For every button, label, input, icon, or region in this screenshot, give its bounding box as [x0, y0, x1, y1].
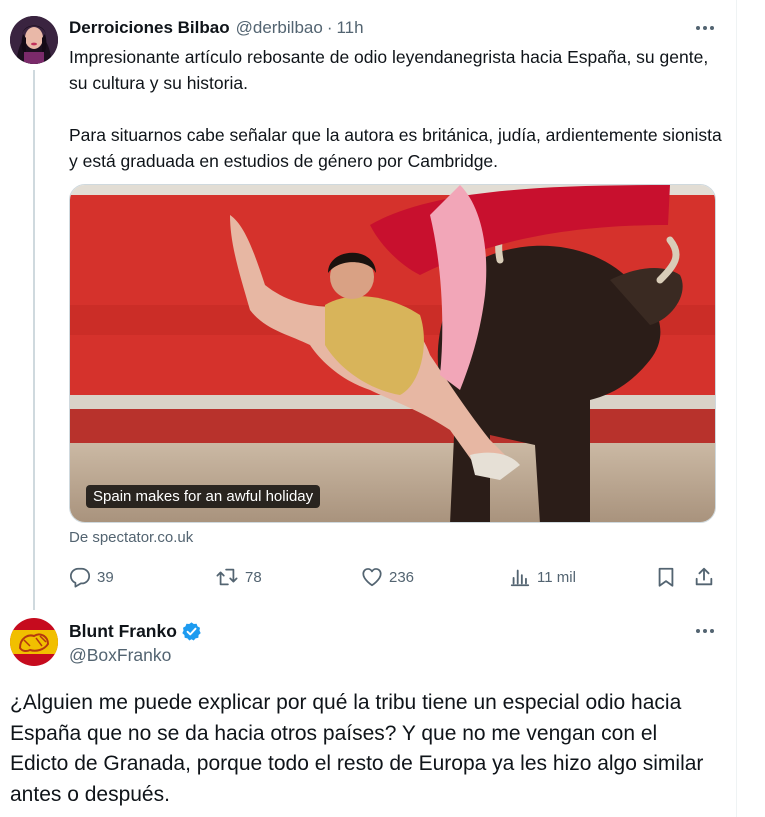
more-options-button[interactable] [690, 18, 720, 38]
author-name[interactable]: Blunt Franko [69, 621, 177, 642]
more-options-button[interactable] [690, 621, 720, 641]
timeline-border [736, 0, 737, 817]
reply-icon [69, 567, 91, 588]
tweet-text: Impresionante artículo rebosante de odio… [69, 44, 729, 174]
author-handle[interactable]: @derbilbao [236, 18, 323, 38]
avatar[interactable] [10, 16, 58, 64]
verified-badge-icon[interactable] [181, 621, 202, 642]
bookmark-button[interactable] [655, 564, 677, 590]
more-icon [696, 629, 714, 633]
tweet-header: Derroiciones Bilbao @derbilbao · 11h [69, 16, 364, 40]
reply-count: 39 [97, 568, 114, 586]
link-card-image[interactable]: Spain makes for an awful holiday [69, 184, 716, 523]
view-count: 11 mil [537, 568, 576, 586]
link-card-title: Spain makes for an awful holiday [86, 485, 321, 508]
tweet-header: Blunt Franko [69, 620, 202, 642]
tweet-paragraph: Para situarnos cabe señalar que la autor… [69, 125, 722, 171]
views-button[interactable]: 11 mil [509, 564, 576, 590]
bookmark-icon [658, 567, 674, 587]
bullfight-photo [70, 185, 715, 522]
author-name[interactable]: Derroiciones Bilbao [69, 18, 230, 38]
tweet-text: ¿Alguien me puede explicar por qué la tr… [10, 691, 704, 806]
tweet-time[interactable]: 11h [336, 18, 363, 38]
retweet-button[interactable]: 78 [215, 564, 262, 590]
share-button[interactable] [693, 564, 715, 590]
author-handle[interactable]: @BoxFranko [69, 645, 171, 666]
heart-icon [362, 568, 382, 587]
link-source[interactable]: De spectator.co.uk [69, 529, 193, 546]
share-icon [695, 567, 713, 586]
more-icon [696, 26, 714, 30]
separator-dot: · [326, 18, 333, 37]
action-bar: 39 78 236 11 mil [69, 564, 719, 590]
like-count: 236 [389, 568, 415, 586]
analytics-icon [510, 569, 530, 587]
retweet-icon [216, 568, 238, 586]
retweet-count: 78 [245, 568, 262, 586]
reply-button[interactable]: 39 [69, 564, 114, 590]
avatar[interactable] [10, 618, 58, 666]
tweet-paragraph: Impresionante artículo rebosante de odio… [69, 47, 709, 93]
thread-connector [33, 70, 35, 610]
like-button[interactable]: 236 [361, 564, 414, 590]
